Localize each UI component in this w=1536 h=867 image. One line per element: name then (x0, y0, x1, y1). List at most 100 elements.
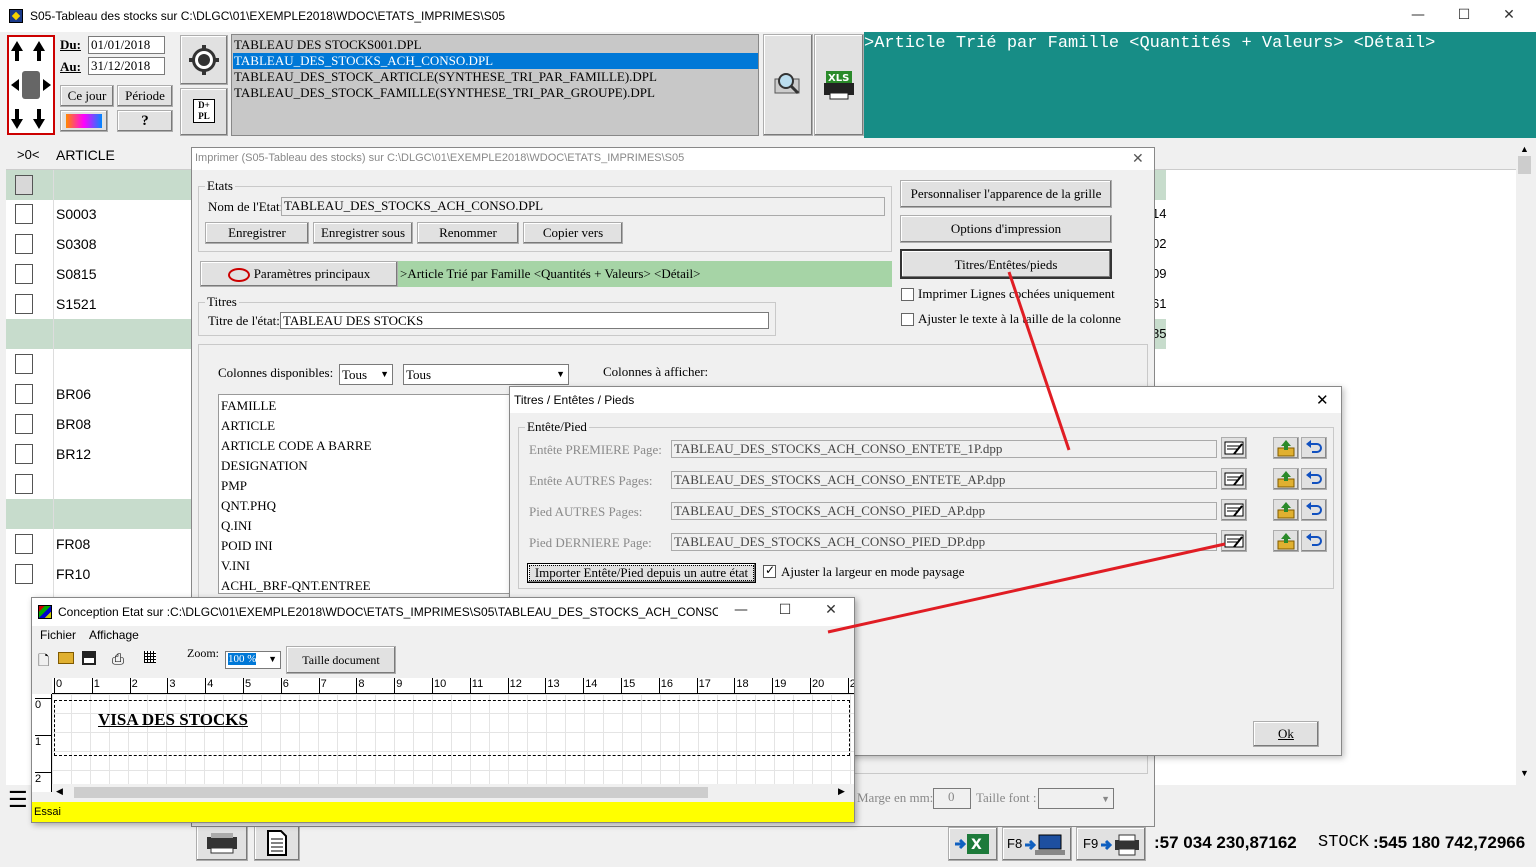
du-date-field[interactable]: 01/01/2018 (88, 36, 165, 54)
col-dispo-select2[interactable]: Tous ▼ (403, 364, 569, 385)
preview-button[interactable] (763, 34, 813, 136)
column-option[interactable]: PMP (221, 478, 247, 494)
enregistrer-sous-button[interactable]: Enregistrer sous (313, 222, 413, 244)
f9-button[interactable]: F9 (1076, 827, 1146, 861)
color-picker-button[interactable] (60, 110, 108, 132)
personnaliser-button[interactable]: Personnaliser l'apparence de la grille (900, 180, 1112, 208)
edit-design-icon[interactable] (1221, 530, 1247, 552)
close-icon[interactable]: ✕ (816, 602, 846, 618)
row-checkbox[interactable] (15, 354, 33, 374)
au-date-field[interactable]: 31/12/2018 (88, 57, 165, 75)
help-button[interactable]: ? (117, 110, 173, 132)
parametres-button[interactable]: Paramètres principaux (200, 261, 398, 287)
imprimer-lignes-checkbox[interactable] (901, 288, 914, 301)
add-pl-button[interactable]: D+ PL (180, 88, 228, 136)
entete-pied-file-field[interactable]: TABLEAU_DES_STOCKS_ACH_CONSO_ENTETE_1P.d… (671, 440, 1217, 458)
import-upload-icon[interactable] (1273, 499, 1299, 521)
close-icon[interactable]: ✕ (1316, 391, 1329, 409)
row-checkbox[interactable] (15, 264, 33, 284)
list-item[interactable]: TABLEAU_DES_STOCK_FAMILLE(SYNTHESE_TRI_P… (233, 85, 758, 101)
marge-spinner[interactable]: 0 (933, 788, 971, 809)
edit-design-icon[interactable] (1221, 437, 1247, 459)
renommer-button[interactable]: Renommer (417, 222, 519, 244)
list-item[interactable]: TABLEAU_DES_STOCK_ARTICLE(SYNTHESE_TRI_P… (233, 69, 758, 85)
ok-button[interactable]: Ok (1253, 721, 1319, 747)
importer-button[interactable]: Importer Entête/Pied depuis un autre éta… (527, 563, 756, 583)
undo-icon[interactable] (1301, 437, 1327, 459)
row-checkbox[interactable] (15, 234, 33, 254)
nom-etat-field[interactable]: TABLEAU_DES_STOCKS_ACH_CONSO.DPL (281, 197, 885, 216)
grid-col-check[interactable]: >0< (17, 147, 39, 162)
row-checkbox[interactable] (15, 474, 33, 494)
open-folder-icon[interactable] (58, 652, 74, 664)
navigation-arrows-icon[interactable] (7, 35, 55, 135)
entete-pied-file-field[interactable]: TABLEAU_DES_STOCKS_ACH_CONSO_PIED_DP.dpp (671, 533, 1217, 551)
menu-fichier[interactable]: Fichier (40, 628, 76, 642)
options-impression-button[interactable]: Options d'impression (900, 215, 1112, 243)
column-option[interactable]: QNT.PHQ (221, 498, 276, 514)
periode-button[interactable]: Période (117, 85, 173, 107)
zoom-select[interactable]: 100 % ▼ (225, 651, 281, 669)
column-option[interactable]: V.INI (221, 558, 250, 574)
close-icon[interactable]: ✕ (1132, 150, 1144, 167)
column-option[interactable]: DESIGNATION (221, 458, 308, 474)
row-checkbox[interactable] (15, 294, 33, 314)
list-item[interactable]: TABLEAU DES STOCKS001.DPL (233, 37, 758, 53)
column-option[interactable]: ARTICLE CODE A BARRE (221, 438, 372, 454)
close-icon[interactable]: ✕ (1494, 7, 1524, 23)
ce-jour-button[interactable]: Ce jour (60, 85, 114, 107)
document-button[interactable] (254, 825, 300, 861)
taille-document-button[interactable]: Taille document (286, 646, 396, 674)
edit-design-icon[interactable] (1221, 468, 1247, 490)
column-option[interactable]: ARTICLE (221, 418, 275, 434)
column-option[interactable]: Q.INI (221, 518, 252, 534)
import-upload-icon[interactable] (1273, 468, 1299, 490)
column-option[interactable]: FAMILLE (221, 398, 276, 414)
save-icon[interactable] (82, 651, 96, 665)
new-file-icon[interactable]: 🗋 (38, 650, 49, 674)
settings-gear-button[interactable] (180, 35, 228, 85)
state-file-list[interactable]: TABLEAU DES STOCKS001.DPL TABLEAU_DES_ST… (231, 34, 759, 136)
maximize-icon[interactable]: ☐ (1449, 7, 1479, 23)
row-checkbox[interactable] (15, 534, 33, 554)
maximize-icon[interactable]: ☐ (770, 602, 800, 618)
minimize-icon[interactable]: — (1403, 7, 1433, 23)
grid-col-article[interactable]: ARTICLE (56, 147, 115, 163)
export-excel-button[interactable]: X (948, 827, 998, 861)
grid-vscrollbar[interactable]: ▲ ▼ (1516, 140, 1533, 785)
enregistrer-button[interactable]: Enregistrer (205, 222, 309, 244)
row-checkbox[interactable] (15, 444, 33, 464)
undo-icon[interactable] (1301, 530, 1327, 552)
minimize-icon[interactable]: — (726, 602, 756, 618)
import-upload-icon[interactable] (1273, 437, 1299, 459)
undo-icon[interactable] (1301, 499, 1327, 521)
edit-design-icon[interactable] (1221, 499, 1247, 521)
colonnes-list[interactable]: FAMILLE ARTICLE ARTICLE CODE A BARRE DESIGN… (218, 394, 510, 594)
canvas-text-element[interactable]: VISA DES STOCKS (98, 710, 248, 730)
scroll-thumb[interactable] (1518, 156, 1531, 174)
row-checkbox[interactable] (15, 175, 33, 195)
export-xls-button[interactable]: XLS (814, 34, 864, 136)
taille-font-select[interactable]: ▼ (1038, 788, 1114, 809)
list-item-selected[interactable]: TABLEAU_DES_STOCKS_ACH_CONSO.DPL (233, 53, 758, 69)
paysage-checkbox[interactable]: ✓ (763, 563, 776, 578)
row-checkbox[interactable] (15, 204, 33, 224)
grid-icon[interactable] (144, 651, 156, 663)
copier-vers-button[interactable]: Copier vers (523, 222, 623, 244)
print-list-button[interactable] (196, 825, 248, 861)
import-upload-icon[interactable] (1273, 530, 1299, 552)
titres-entetes-button[interactable]: Titres/Entêtes/pieds (900, 249, 1112, 279)
titre-etat-field[interactable]: TABLEAU DES STOCKS (280, 312, 769, 329)
menu-affichage[interactable]: Affichage (89, 628, 139, 642)
column-option[interactable]: POID INI (221, 538, 273, 554)
row-checkbox[interactable] (15, 414, 33, 434)
design-canvas[interactable]: VISA DES STOCKS (52, 694, 854, 792)
entete-pied-file-field[interactable]: TABLEAU_DES_STOCKS_ACH_CONSO_ENTETE_AP.d… (671, 471, 1217, 489)
hscrollbar[interactable]: ◀ ▶ (52, 784, 854, 801)
f8-button[interactable]: F8 (1002, 827, 1072, 861)
ajuster-texte-checkbox[interactable] (901, 313, 914, 326)
undo-icon[interactable] (1301, 468, 1327, 490)
scroll-thumb[interactable] (74, 787, 708, 798)
row-checkbox[interactable] (15, 564, 33, 584)
entete-pied-file-field[interactable]: TABLEAU_DES_STOCKS_ACH_CONSO_PIED_AP.dpp (671, 502, 1217, 520)
